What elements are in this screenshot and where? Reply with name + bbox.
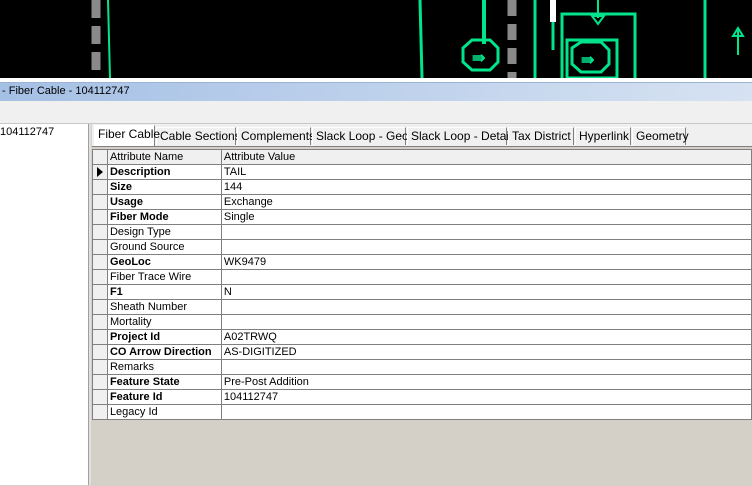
attribute-name-cell: Feature Id [106, 389, 222, 405]
map-green-line [107, 0, 111, 78]
column-header-value[interactable]: Attribute Value [220, 149, 752, 165]
attribute-grid-area: Attribute Name Attribute Value Descripti… [92, 146, 752, 486]
attribute-value-cell[interactable]: N [220, 284, 752, 300]
table-row[interactable]: CO Arrow Direction AS-DIGITIZED [92, 344, 752, 360]
tab-slack-loop-detail[interactable]: Slack Loop - Detail [407, 127, 512, 145]
row-selector[interactable] [92, 224, 108, 240]
attribute-value-cell[interactable] [220, 404, 752, 420]
row-selector[interactable] [92, 284, 108, 300]
table-row[interactable]: Project Id A02TRWQ [92, 329, 752, 345]
svg-text:⇛: ⇛ [581, 52, 594, 69]
row-selector[interactable] [92, 194, 108, 210]
attribute-name-cell: Feature State [106, 374, 222, 390]
row-selector[interactable] [92, 209, 108, 225]
table-row[interactable]: Design Type [92, 224, 752, 240]
table-row[interactable]: Ground Source [92, 239, 752, 255]
feature-tree: 104112747 [0, 124, 89, 485]
table-row[interactable]: Usage Exchange [92, 194, 752, 210]
tab-hyperlink[interactable]: Hyperlink [575, 127, 631, 145]
table-row[interactable]: Description TAIL [92, 164, 752, 180]
row-selector[interactable] [92, 314, 108, 330]
tree-item-feature[interactable]: 104112747 [0, 126, 54, 138]
attribute-value-cell[interactable]: 144 [220, 179, 752, 195]
attribute-name-cell: Usage [106, 194, 222, 210]
tab-fiber-cable[interactable]: Fiber Cable [94, 125, 160, 146]
tab-tax-district[interactable]: Tax District [508, 127, 574, 145]
attribute-value-cell[interactable]: A02TRWQ [220, 329, 752, 345]
row-selector[interactable] [92, 239, 108, 255]
row-selector[interactable] [92, 299, 108, 315]
row-selector-header [92, 149, 108, 165]
table-row[interactable]: F1 N [92, 284, 752, 300]
current-row-arrow-icon [96, 167, 103, 178]
attribute-value-cell[interactable] [220, 224, 752, 240]
attribute-value-cell[interactable] [220, 314, 752, 330]
attribute-name-cell: F1 [106, 284, 222, 300]
attribute-name-cell: Description [106, 164, 222, 180]
table-row[interactable]: Remarks [92, 359, 752, 375]
row-selector[interactable] [92, 164, 108, 180]
attribute-name-cell: Fiber Trace Wire [106, 269, 222, 285]
attribute-value-cell[interactable]: Pre-Post Addition [220, 374, 752, 390]
tab-cable-sections[interactable]: Cable Sections [156, 127, 241, 145]
row-selector[interactable] [92, 344, 108, 360]
row-selector[interactable] [92, 269, 108, 285]
row-selector[interactable] [92, 359, 108, 375]
pane-splitter[interactable] [89, 124, 91, 485]
tab-slack-loop-geo[interactable]: Slack Loop - Geo [312, 127, 409, 145]
attribute-name-cell: Design Type [106, 224, 222, 240]
row-selector[interactable] [92, 374, 108, 390]
table-row[interactable]: GeoLoc WK9479 [92, 254, 752, 270]
map-equipment-icon-2[interactable]: ⇛ [570, 40, 611, 74]
attribute-name-cell: Remarks [106, 359, 222, 375]
table-row[interactable]: Mortality [92, 314, 752, 330]
attribute-name-cell: Ground Source [106, 239, 222, 255]
attribute-name-cell: Mortality [106, 314, 222, 330]
attribute-name-cell: Fiber Mode [106, 209, 222, 225]
attribute-value-cell[interactable]: 104112747 [220, 389, 752, 405]
map-canvas[interactable]: ⇛ ⇛ [0, 0, 752, 78]
attribute-value-cell[interactable] [220, 299, 752, 315]
attribute-name-cell: CO Arrow Direction [106, 344, 222, 360]
attribute-name-cell: Project Id [106, 329, 222, 345]
attribute-grid: Attribute Name Attribute Value Descripti… [92, 149, 752, 420]
table-row[interactable]: Legacy Id [92, 404, 752, 420]
column-header-name[interactable]: Attribute Name [106, 149, 222, 165]
grid-header-row: Attribute Name Attribute Value [92, 149, 752, 165]
attribute-name-cell: Size [106, 179, 222, 195]
table-row[interactable]: Feature Id 104112747 [92, 389, 752, 405]
window-title: - Fiber Cable - 104112747 [2, 85, 130, 97]
table-row[interactable]: Feature State Pre-Post Addition [92, 374, 752, 390]
attribute-value-cell[interactable] [220, 269, 752, 285]
attribute-value-cell[interactable]: WK9479 [220, 254, 752, 270]
table-row[interactable]: Sheath Number [92, 299, 752, 315]
toolbar [0, 101, 752, 124]
tab-complements[interactable]: Complements [237, 127, 315, 145]
map-equipment-icon[interactable]: ⇛ [461, 38, 500, 72]
window-titlebar[interactable]: - Fiber Cable - 104112747 [0, 82, 752, 101]
attribute-name-cell: Legacy Id [106, 404, 222, 420]
tab-strip: Fiber Cable Cable Sections Complements S… [92, 124, 752, 146]
attribute-value-cell[interactable] [220, 359, 752, 375]
svg-text:⇛: ⇛ [472, 50, 485, 67]
tab-geometry[interactable]: Geometry [632, 127, 689, 145]
attribute-name-cell: GeoLoc [106, 254, 222, 270]
attribute-name-cell: Sheath Number [106, 299, 222, 315]
attribute-value-cell[interactable]: Exchange [220, 194, 752, 210]
map-drawing: ⇛ ⇛ [91, 0, 745, 78]
table-row[interactable]: Fiber Trace Wire [92, 269, 752, 285]
row-selector[interactable] [92, 404, 108, 420]
row-selector[interactable] [92, 389, 108, 405]
row-selector[interactable] [92, 254, 108, 270]
attribute-value-cell[interactable]: Single [220, 209, 752, 225]
row-selector[interactable] [92, 329, 108, 345]
table-row[interactable]: Size 144 [92, 179, 752, 195]
attribute-value-cell[interactable] [220, 239, 752, 255]
table-row[interactable]: Fiber Mode Single [92, 209, 752, 225]
attribute-value-cell[interactable]: TAIL [220, 164, 752, 180]
row-selector[interactable] [92, 179, 108, 195]
attribute-value-cell[interactable]: AS-DIGITIZED [220, 344, 752, 360]
